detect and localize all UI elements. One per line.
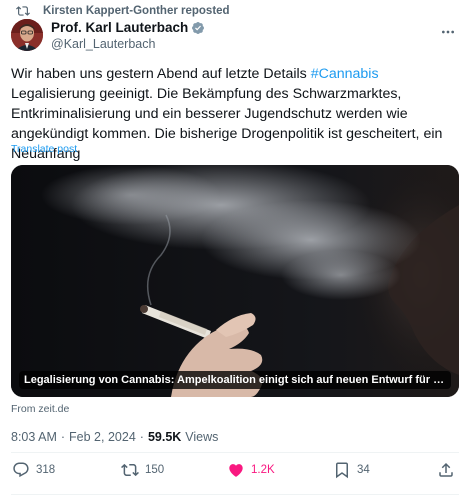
meta-separator: · bbox=[60, 430, 66, 444]
author-handle[interactable]: @Karl_Lauterbach bbox=[51, 37, 155, 51]
like-button[interactable]: 1.2K bbox=[227, 460, 275, 480]
share-button[interactable] bbox=[437, 460, 461, 480]
bookmark-button[interactable]: 34 bbox=[333, 460, 370, 480]
views-label: Views bbox=[185, 430, 219, 444]
repost-icon bbox=[121, 463, 139, 477]
tweet-text: Wir haben uns gestern Abend auf letzte D… bbox=[11, 64, 463, 164]
link-card-caption[interactable]: Legalisierung von Cannabis: Ampelkoaliti… bbox=[19, 371, 451, 389]
tweet-meta: 8:03 AM · Feb 2, 2024 · 59.5K Views bbox=[11, 430, 218, 444]
repost-count: 150 bbox=[145, 464, 165, 476]
divider bbox=[11, 494, 459, 495]
avatar[interactable] bbox=[11, 19, 43, 51]
translate-post-link[interactable]: Translate post bbox=[11, 143, 77, 155]
views-count: 59.5K bbox=[147, 430, 182, 444]
author-display-name[interactable]: Prof. Karl Lauterbach bbox=[51, 20, 188, 35]
tweet-time[interactable]: 8:03 AM bbox=[11, 430, 57, 444]
repost-text: Kirsten Kappert-Gonther reposted bbox=[43, 5, 230, 17]
bookmark-icon bbox=[336, 462, 348, 479]
reply-count: 318 bbox=[36, 464, 56, 476]
tweet-date[interactable]: Feb 2, 2024 bbox=[69, 430, 136, 444]
action-bar: 318 150 1.2K 34 bbox=[0, 460, 471, 484]
reply-icon bbox=[13, 462, 29, 478]
like-count: 1.2K bbox=[251, 464, 275, 476]
author-name-row[interactable]: Prof. Karl Lauterbach bbox=[51, 20, 205, 35]
link-card-image[interactable]: Legalisierung von Cannabis: Ampelkoaliti… bbox=[11, 165, 459, 397]
meta-separator: · bbox=[139, 430, 144, 444]
smoking-photo bbox=[11, 165, 459, 397]
tweet-text-part: Wir haben uns gestern Abend auf letzte D… bbox=[11, 66, 311, 82]
verified-badge-icon bbox=[191, 21, 205, 35]
reply-button[interactable]: 318 bbox=[12, 460, 55, 480]
repost-icon bbox=[16, 4, 30, 18]
share-icon bbox=[439, 462, 453, 477]
repost-header[interactable]: Kirsten Kappert-Gonther reposted bbox=[16, 3, 230, 19]
bookmark-count: 34 bbox=[357, 464, 370, 476]
more-icon[interactable] bbox=[439, 24, 457, 40]
link-source[interactable]: From zeit.de bbox=[11, 403, 69, 415]
repost-button[interactable]: 150 bbox=[121, 460, 164, 480]
hashtag-link[interactable]: #Cannabis bbox=[311, 66, 379, 82]
heart-icon bbox=[229, 464, 243, 477]
divider bbox=[11, 452, 459, 453]
